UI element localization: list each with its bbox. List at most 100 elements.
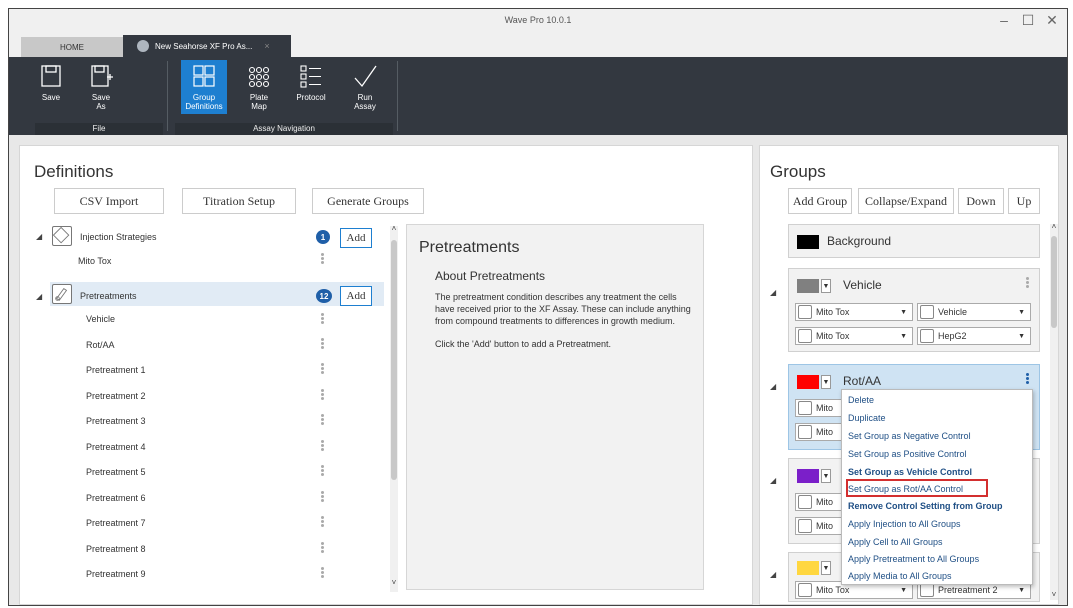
pretreatments-count-badge: 12 — [316, 289, 332, 303]
run-assay-button[interactable]: Run Assay — [345, 63, 385, 111]
tree-scroll-thumb[interactable] — [391, 240, 397, 480]
kebab-menu-icon[interactable] — [320, 490, 324, 503]
add-pretreatment-button[interactable]: Add — [340, 286, 372, 306]
expand-triangle-icon[interactable]: ◢ — [36, 292, 42, 301]
tab-home-label: HOME — [60, 42, 84, 52]
group4-color-swatch[interactable] — [797, 469, 819, 483]
scroll-down-icon[interactable]: ˅ — [390, 578, 398, 587]
tree-item-pretreatment-9[interactable]: Pretreatment 9 — [86, 569, 146, 579]
add-group-button[interactable]: Add Group — [788, 188, 852, 214]
tree-item-pretreatment-1[interactable]: Pretreatment 1 — [86, 365, 146, 375]
groups-scrollbar[interactable] — [1050, 224, 1058, 600]
tree-item-pretreatment-6[interactable]: Pretreatment 6 — [86, 493, 146, 503]
save-as-button[interactable]: Save As — [81, 63, 121, 111]
group-card-vehicle[interactable]: ▼ Vehicle Mito Tox ▼ Vehicle ▼ Mito Tox ▼ H… — [788, 268, 1040, 352]
ribbon: Save Save As File Group Definitions Plat… — [9, 57, 1067, 135]
rotaa-group-name: Rot/AA — [843, 374, 882, 388]
tab-close-icon[interactable]: × — [264, 41, 269, 51]
assay-media-select[interactable]: Mito Tox ▼ — [795, 327, 913, 345]
color-dropdown-icon[interactable]: ▼ — [821, 561, 831, 575]
up-button[interactable]: Up — [1008, 188, 1040, 214]
pretreatment-select[interactable]: Vehicle ▼ — [917, 303, 1031, 321]
group-definitions-button[interactable]: Group Definitions — [181, 60, 227, 114]
color-dropdown-icon[interactable]: ▼ — [821, 375, 831, 389]
expand-triangle-icon[interactable]: ◢ — [36, 232, 42, 241]
kebab-menu-icon[interactable] — [320, 413, 324, 426]
kebab-menu-icon[interactable] — [1025, 276, 1029, 289]
tree-item-pretreatment-7[interactable]: Pretreatment 7 — [86, 518, 146, 528]
groups-scroll-thumb[interactable] — [1051, 236, 1057, 328]
maximize-button[interactable]: ☐ — [1021, 12, 1035, 29]
plate-map-button[interactable]: Plate Map — [239, 63, 279, 111]
kebab-menu-icon[interactable] — [320, 439, 324, 452]
menu-item-positive-control[interactable]: Set Group as Positive Control — [848, 449, 967, 459]
kebab-menu-icon[interactable] — [320, 362, 324, 375]
group5-color-swatch[interactable] — [797, 561, 819, 575]
tab-home[interactable]: HOME — [21, 37, 123, 57]
tree-item-pretreatment-3[interactable]: Pretreatment 3 — [86, 416, 146, 426]
menu-item-duplicate[interactable]: Duplicate — [848, 413, 886, 423]
down-button[interactable]: Down — [958, 188, 1004, 214]
scroll-up-icon[interactable]: ˄ — [390, 224, 398, 233]
menu-item-vehicle-control[interactable]: Set Group as Vehicle Control — [848, 467, 972, 477]
kebab-menu-icon[interactable] — [320, 515, 324, 528]
rotaa-injection-value: Mito — [816, 403, 834, 413]
scroll-down-icon[interactable]: ˅ — [1050, 590, 1058, 599]
cell-type-select[interactable]: HepG2 ▼ — [917, 327, 1031, 345]
close-button[interactable]: ✕ — [1045, 12, 1059, 29]
tree-item-pretreatment-4[interactable]: Pretreatment 4 — [86, 442, 146, 452]
pretreatment-icon — [52, 284, 72, 304]
expand-triangle-icon[interactable]: ◢ — [770, 288, 776, 297]
kebab-menu-icon[interactable] — [320, 337, 324, 350]
menu-item-apply-cell[interactable]: Apply Cell to All Groups — [848, 537, 943, 547]
minimize-button[interactable]: – — [997, 12, 1011, 29]
expand-triangle-icon[interactable]: ◢ — [770, 570, 776, 579]
menu-item-apply-injection[interactable]: Apply Injection to All Groups — [848, 519, 961, 529]
checkmark-icon — [354, 65, 377, 88]
expand-triangle-icon[interactable]: ◢ — [770, 382, 776, 391]
menu-item-remove-control[interactable]: Remove Control Setting from Group — [848, 501, 1003, 511]
group-context-menu: Delete Duplicate Set Group as Negative C… — [841, 389, 1033, 585]
group-card-background[interactable]: Background — [788, 224, 1040, 258]
ribbon-separator-2 — [397, 61, 398, 131]
generate-groups-button[interactable]: Generate Groups — [312, 188, 424, 214]
tab-document[interactable]: New Seahorse XF Pro As... × — [123, 35, 291, 57]
kebab-menu-icon[interactable] — [320, 388, 324, 401]
collapse-expand-button[interactable]: Collapse/Expand — [858, 188, 954, 214]
color-dropdown-icon[interactable]: ▼ — [821, 469, 831, 483]
kebab-menu-icon[interactable] — [320, 252, 324, 265]
menu-item-negative-control[interactable]: Set Group as Negative Control — [848, 431, 971, 441]
add-injection-button[interactable]: Add — [340, 228, 372, 248]
injection-select[interactable]: Mito Tox ▼ — [795, 303, 913, 321]
kebab-menu-icon[interactable] — [320, 541, 324, 554]
save-label: Save — [41, 93, 61, 102]
tree-scrollbar[interactable] — [390, 226, 398, 592]
expand-triangle-icon[interactable]: ◢ — [770, 476, 776, 485]
menu-item-apply-media[interactable]: Apply Media to All Groups — [848, 571, 952, 581]
tree-item-pretreatment-5[interactable]: Pretreatment 5 — [86, 467, 146, 477]
menu-item-delete[interactable]: Delete — [848, 395, 874, 405]
tree-item-pretreatment-8[interactable]: Pretreatment 8 — [86, 544, 146, 554]
tree-item-mito-tox[interactable]: Mito Tox — [78, 256, 111, 266]
csv-import-button[interactable]: CSV Import — [54, 188, 164, 214]
kebab-menu-icon[interactable] — [320, 464, 324, 477]
tree-item-vehicle[interactable]: Vehicle — [86, 314, 115, 324]
titration-setup-button[interactable]: Titration Setup — [182, 188, 296, 214]
kebab-menu-icon[interactable] — [320, 566, 324, 579]
tree-item-rotaa[interactable]: Rot/AA — [86, 340, 115, 350]
scroll-up-icon[interactable]: ˄ — [1050, 222, 1058, 231]
save-button[interactable]: Save — [31, 63, 71, 102]
info-body: The pretreatment condition describes any… — [435, 292, 691, 326]
protocol-button[interactable]: Protocol — [291, 63, 331, 102]
menu-item-rotaa-control[interactable]: Set Group as Rot/AA Control — [848, 484, 963, 494]
menu-item-apply-pretreatment[interactable]: Apply Pretreatment to All Groups — [848, 554, 979, 564]
protocol-label: Protocol — [296, 93, 326, 102]
rotaa-color-swatch[interactable] — [797, 375, 819, 389]
tree-item-pretreatment-2[interactable]: Pretreatment 2 — [86, 391, 146, 401]
injection-strategy-icon — [798, 583, 812, 597]
kebab-menu-icon[interactable] — [320, 312, 324, 325]
vehicle-color-swatch[interactable] — [797, 279, 819, 293]
kebab-menu-icon-active[interactable] — [1025, 372, 1029, 385]
pretreatment-icon — [920, 583, 934, 597]
color-dropdown-icon[interactable]: ▼ — [821, 279, 831, 293]
